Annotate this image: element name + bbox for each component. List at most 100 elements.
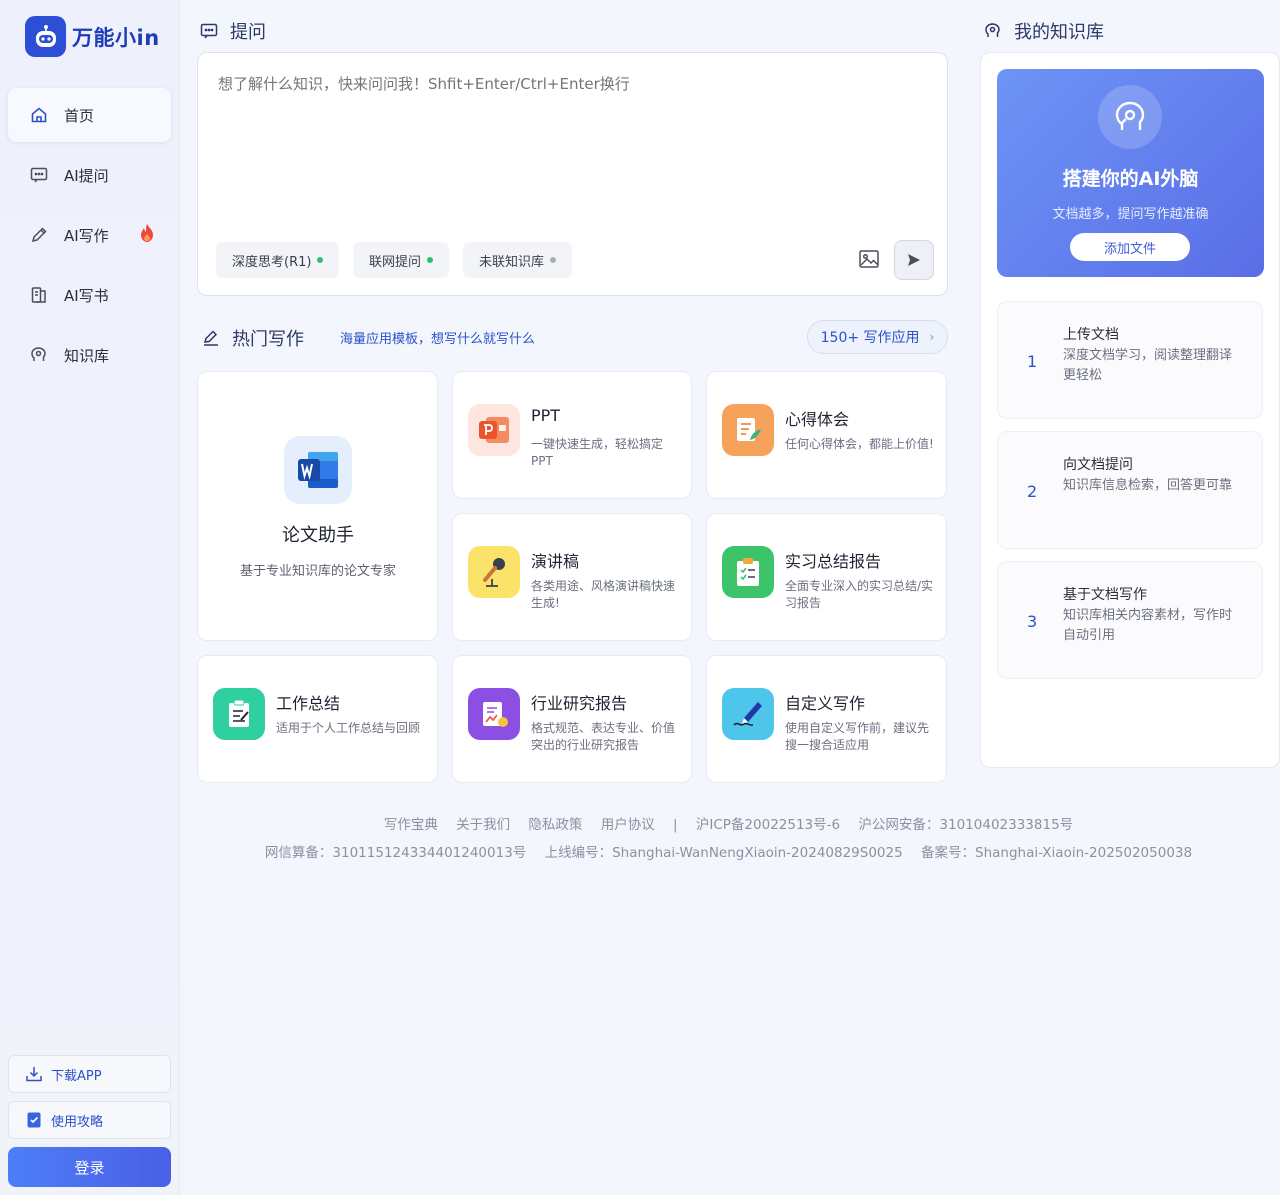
- login-button[interactable]: 登录: [8, 1147, 171, 1187]
- chat-icon: [200, 22, 218, 40]
- ppt-icon: [468, 404, 520, 456]
- card-desc: 适用于个人工作总结与回顾: [276, 721, 421, 735]
- brand-name: 万能小in: [72, 25, 160, 50]
- sidebar-item-label: 首页: [64, 106, 95, 125]
- sidebar-item-label: AI写作: [64, 226, 109, 245]
- send-icon: [906, 252, 922, 268]
- ppt-card[interactable]: PPT 一键快速生成，轻松搞定PPT: [452, 371, 692, 499]
- download-icon: [25, 1065, 43, 1083]
- sidebar-item-label: 知识库: [64, 346, 110, 365]
- step-number: 3: [1027, 612, 1038, 631]
- download-app-label: 下载APP: [51, 1068, 102, 1084]
- custom-writing-card[interactable]: 自定义写作 使用自定义写作前，建议先搜一搜合适应用: [706, 655, 947, 783]
- edit-icon: [202, 329, 220, 347]
- card-title: 行业研究报告: [531, 694, 628, 713]
- sidebar-nav: 首页 AI提问 AI写作 AI写书 知识库: [8, 88, 171, 388]
- footer-line-2: 网信算备：310115124334401240013号 上线编号：Shangha…: [197, 841, 1260, 861]
- clipboard-icon: [722, 546, 774, 598]
- footer-line-1: 写作宝典 关于我们 隐私政策 用户协议 | 沪ICP备20022513号-6 沪…: [197, 813, 1260, 833]
- reflection-card[interactable]: 心得体会 任何心得体会，都能上价值!: [706, 371, 947, 499]
- industry-report-card[interactable]: 行业研究报告 格式规范、表达专业、价值突出的行业研究报告: [452, 655, 692, 783]
- hot-subtitle: 海量应用模板，想写什么就写什么: [340, 332, 536, 347]
- card-desc: 各类用途、风格演讲稿快速生成!: [531, 579, 676, 610]
- status-dot: [550, 257, 557, 263]
- deep-think-toggle[interactable]: 深度思考(R1): [216, 242, 340, 278]
- hot-writing-title: 热门写作: [202, 325, 304, 351]
- footer-separator: |: [673, 817, 678, 833]
- sidebar-item-ai-write[interactable]: AI写作: [8, 208, 171, 262]
- signature-icon: [722, 688, 774, 740]
- ask-section-title: 提问: [200, 18, 266, 44]
- sidebar-item-knowledge[interactable]: 知识库: [8, 328, 171, 382]
- speech-card[interactable]: 演讲稿 各类用途、风格演讲稿快速生成!: [452, 513, 692, 641]
- microphone-icon: [468, 546, 520, 598]
- step-title: 向文档提问: [1063, 457, 1133, 473]
- card-title: 实习总结报告: [785, 552, 882, 571]
- guide-doc-icon: [25, 1111, 43, 1129]
- card-title: 心得体会: [785, 410, 850, 429]
- status-dot: [427, 257, 434, 263]
- pen-icon: [28, 224, 50, 246]
- home-icon: [28, 104, 50, 126]
- card-desc: 使用自定义写作前，建议先搜一搜合适应用: [785, 721, 930, 752]
- brain-icon: [1098, 85, 1162, 149]
- sidebar-item-ai-book[interactable]: AI写书: [8, 268, 171, 322]
- chip-label: 未联知识库: [479, 254, 545, 270]
- footer-link[interactable]: 隐私政策: [528, 817, 582, 833]
- footer-link[interactable]: 写作宝典: [384, 817, 438, 833]
- footer-filing: 上线编号：Shanghai-WanNengXiaoin-20240829S002…: [544, 845, 903, 861]
- thesis-assistant-card[interactable]: 论文助手 基于专业知识库的论文专家: [197, 371, 438, 641]
- brain-icon: [28, 344, 50, 366]
- sidebar-item-label: AI写书: [64, 286, 109, 305]
- kb-step-upload: 1 上传文档 深度文档学习，阅读整理翻译更轻松: [997, 301, 1263, 419]
- usage-guide-button[interactable]: 使用攻略: [8, 1101, 171, 1139]
- card-title: 自定义写作: [785, 694, 866, 713]
- step-number: 1: [1027, 352, 1038, 371]
- chip-label: 深度思考(R1): [232, 254, 312, 270]
- knowledge-base-title: 我的知识库: [984, 18, 1104, 44]
- footer-link[interactable]: 用户协议: [601, 817, 655, 833]
- step-desc: 深度文档学习，阅读整理翻译更轻松: [1063, 348, 1233, 383]
- download-app-button[interactable]: 下载APP: [8, 1055, 171, 1093]
- web-search-toggle[interactable]: 联网提问: [353, 242, 450, 278]
- add-file-button[interactable]: 添加文件: [1070, 233, 1190, 261]
- kb-step-ask: 2 向文档提问 知识库信息检索，回答更可靠: [997, 431, 1263, 549]
- knowledge-base-toggle[interactable]: 未联知识库: [463, 242, 573, 278]
- send-button[interactable]: [894, 240, 934, 280]
- card-title: 演讲稿: [531, 552, 580, 571]
- more-apps-label: 150+ 写作应用: [820, 330, 920, 346]
- notes-icon: [722, 404, 774, 456]
- hot-title-text: 热门写作: [232, 329, 304, 350]
- card-desc: 一键快速生成，轻松搞定PPT: [531, 437, 664, 468]
- brand-logo[interactable]: 万能小in: [25, 16, 160, 57]
- fire-icon: [139, 223, 155, 247]
- work-summary-card[interactable]: 工作总结 适用于个人工作总结与回顾: [197, 655, 438, 783]
- word-icon: [284, 436, 352, 504]
- brain-icon: [984, 22, 1002, 40]
- kb-hero-title: 搭建你的AI外脑: [1062, 168, 1199, 190]
- more-apps-button[interactable]: 150+ 写作应用 ›: [807, 320, 948, 354]
- ask-input[interactable]: [218, 75, 918, 93]
- sidebar-item-ai-ask[interactable]: AI提问: [8, 148, 171, 202]
- card-title: PPT: [531, 406, 561, 425]
- footer-icp[interactable]: 沪ICP备20022513号-6: [696, 817, 840, 833]
- step-title: 基于文档写作: [1063, 587, 1147, 603]
- footer-police[interactable]: 沪公网安备：31010402333815号: [858, 817, 1073, 833]
- report-icon: [468, 688, 520, 740]
- book-icon: [28, 284, 50, 306]
- summary-icon: [213, 688, 265, 740]
- status-dot: [317, 257, 324, 263]
- card-title: 论文助手: [282, 525, 354, 546]
- footer-filing: 网信算备：310115124334401240013号: [264, 845, 527, 861]
- sidebar-item-home[interactable]: 首页: [8, 88, 171, 142]
- footer-link[interactable]: 关于我们: [456, 817, 510, 833]
- chevron-right-icon: ›: [929, 330, 935, 344]
- card-desc: 格式规范、表达专业、价值突出的行业研究报告: [531, 721, 676, 752]
- kb-title-text: 我的知识库: [1014, 22, 1104, 43]
- image-upload-icon[interactable]: [856, 246, 882, 272]
- step-number: 2: [1027, 482, 1038, 501]
- usage-guide-label: 使用攻略: [51, 1114, 104, 1130]
- step-desc: 知识库相关内容素材，写作时自动引用: [1063, 608, 1233, 643]
- ask-box: 深度思考(R1) 联网提问 未联知识库: [197, 52, 948, 296]
- internship-report-card[interactable]: 实习总结报告 全面专业深入的实习总结/实习报告: [706, 513, 947, 641]
